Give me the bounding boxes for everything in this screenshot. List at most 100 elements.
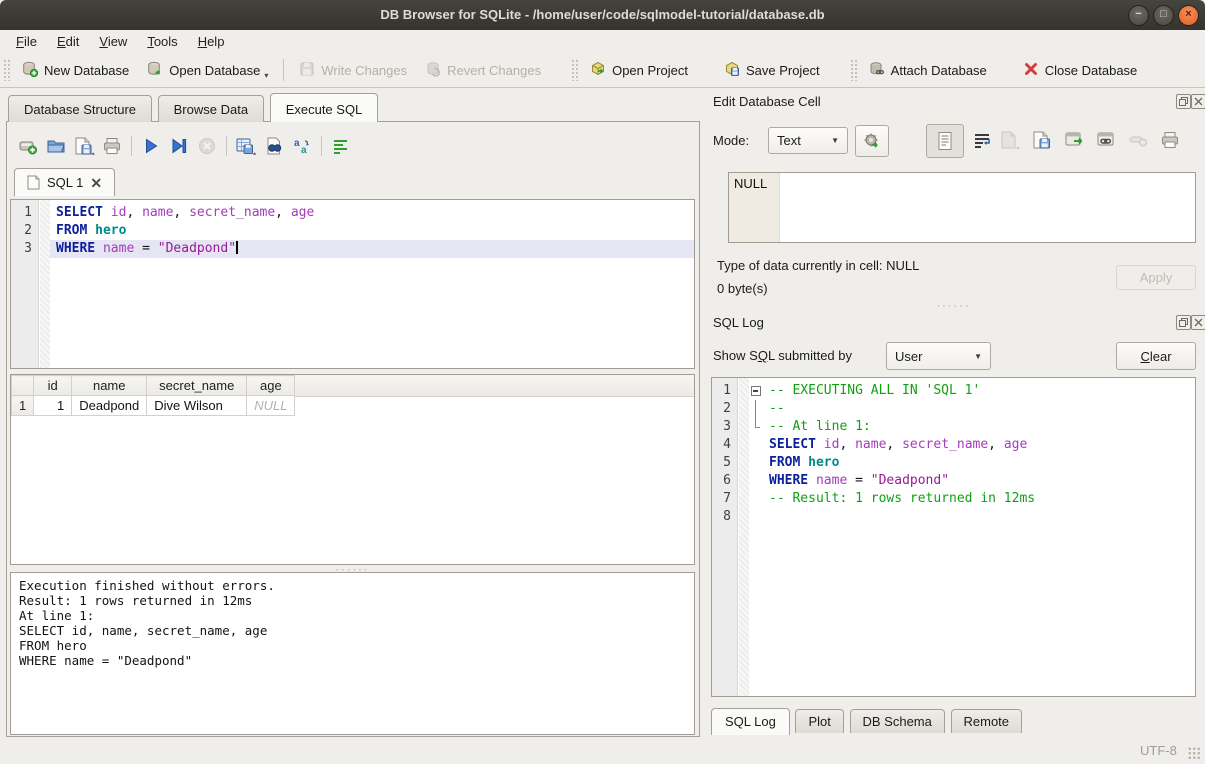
sql-log-view[interactable]: 12345678 -- EXECUTING ALL IN 'SQL 1'----… [711,377,1196,697]
open-database-button[interactable]: Open Database ▾ [138,57,277,84]
cell-id[interactable]: 1 [34,396,72,416]
cell-age[interactable]: NULL [247,396,295,416]
open-project-button[interactable]: Open Project [581,57,697,84]
word-wrap-icon [972,130,992,150]
word-wrap-button[interactable] [327,133,355,159]
export-results-icon [235,136,258,156]
attach-database-button[interactable]: Attach Database [860,57,996,84]
export-to-file-icon [1032,130,1052,150]
float-panel-icon[interactable] [1176,315,1191,330]
tab-sql-1[interactable]: SQL 1 ✕ [14,168,115,196]
cell-word-wrap-button[interactable] [968,127,996,153]
sql-editor-code[interactable]: SELECT id, name, secret_name, ageFROM he… [50,204,694,258]
toolbar-separator [283,59,284,81]
stop-icon [197,136,217,156]
export-results-button[interactable] [232,133,260,159]
column-header-age[interactable]: age [247,376,295,396]
results-corner-cell[interactable] [12,376,34,396]
menu-tools[interactable]: Tools [137,32,187,51]
tab-sql-log[interactable]: SQL Log [711,708,790,735]
save-project-button[interactable]: Save Project [715,57,829,84]
close-button[interactable]: × [1178,5,1199,26]
menu-edit[interactable]: Edit [47,32,89,51]
cell-name[interactable]: Deadpond [72,396,147,416]
tab-execute-sql[interactable]: Execute SQL [270,93,379,122]
column-header-name[interactable]: name [72,376,147,396]
menu-view[interactable]: View [89,32,137,51]
clear-log-button[interactable]: Clear [1116,342,1196,370]
execute-all-button[interactable] [137,133,165,159]
toolbar-drag-handle[interactable] [571,59,578,81]
mode-select[interactable]: Text▼ [768,127,848,154]
tab-remote[interactable]: Remote [951,709,1023,733]
results-grid[interactable]: id name secret_name age 1 1 Deadpond Div… [10,374,695,565]
open-database-dropdown-icon[interactable]: ▾ [264,71,268,80]
title-bar[interactable]: DB Browser for SQLite - /home/user/code/… [0,0,1205,31]
cell-secret-name[interactable]: Dive Wilson [147,396,247,416]
open-sql-file-button[interactable] [42,133,70,159]
execute-all-icon [141,136,161,156]
tab-plot[interactable]: Plot [795,709,843,733]
sql-log-filter-value: User [895,349,922,364]
text-mode-button[interactable] [926,124,964,158]
close-tab-icon[interactable]: ✕ [90,178,102,188]
float-panel-icon[interactable] [1176,94,1191,109]
print-icon [102,136,122,156]
sql-editor[interactable]: 123 SELECT id, name, secret_name, ageFRO… [10,199,695,369]
column-header-id[interactable]: id [34,376,72,396]
sql-log-title: SQL Log [713,315,764,330]
sql-editor-toolbar: aa [14,132,355,160]
right-splitter[interactable]: ······ [711,300,1196,312]
apply-cell-button[interactable] [855,125,889,157]
open-project-label: Open Project [612,63,688,78]
new-database-label: New Database [44,63,129,78]
new-database-button[interactable]: New Database [13,57,138,84]
row-header[interactable]: 1 [12,396,34,416]
main-tab-bar: Database Structure Browse Data Execute S… [8,93,380,122]
revert-changes-button: Revert Changes [416,57,550,84]
find-replace-button[interactable] [260,133,288,159]
open-external-button[interactable] [1060,127,1088,153]
tab-db-schema[interactable]: DB Schema [850,709,945,733]
toolbar-drag-handle[interactable] [850,59,857,81]
minimize-button[interactable]: − [1128,5,1149,26]
close-database-button[interactable]: Close Database [1014,57,1147,84]
apply-cell-icon [863,132,881,150]
open-new-tab-button[interactable] [14,133,42,159]
auto-format-button[interactable]: aa [288,133,316,159]
save-sql-file-button[interactable] [70,133,98,159]
sql-log-filter-select[interactable]: User▼ [886,342,991,370]
menu-file[interactable]: File [6,32,47,51]
import-from-file-icon [999,130,1021,150]
execution-message-area[interactable]: Execution finished without errors.Result… [10,572,695,735]
save-project-icon [724,61,740,80]
export-to-file-button[interactable] [1028,127,1056,153]
execute-current-line-icon [169,136,189,156]
maximize-button[interactable]: □ [1153,5,1174,26]
copy-link-button[interactable] [1092,127,1120,153]
chevron-down-icon: ▼ [831,136,839,145]
execute-current-line-button[interactable] [165,133,193,159]
sql-log-fold-margin [739,378,749,696]
resize-grip[interactable] [1188,747,1201,760]
close-panel-icon[interactable] [1191,94,1205,109]
cell-editor[interactable]: NULL [728,172,1196,243]
revert-changes-icon [425,61,441,80]
print-icon [1160,130,1180,150]
print-sql-button[interactable] [98,133,126,159]
toolbar-drag-handle[interactable] [3,59,10,81]
tab-database-structure[interactable]: Database Structure [8,95,152,122]
write-changes-button: Write Changes [290,57,416,84]
sql-log-fold-marks[interactable] [750,382,763,526]
menu-help[interactable]: Help [188,32,235,51]
table-row[interactable]: 1 1 Deadpond Dive Wilson NULL [12,396,295,416]
find-replace-icon [264,136,284,156]
close-panel-icon[interactable] [1191,315,1205,330]
svg-text:a: a [301,145,307,156]
sql-log-code[interactable]: -- EXECUTING ALL IN 'SQL 1'---- At line … [763,382,1195,526]
column-header-secret-name[interactable]: secret_name [147,376,247,396]
new-database-icon [22,61,38,80]
tab-browse-data[interactable]: Browse Data [158,95,264,122]
attach-database-icon [869,61,885,80]
print-cell-button[interactable] [1156,127,1184,153]
